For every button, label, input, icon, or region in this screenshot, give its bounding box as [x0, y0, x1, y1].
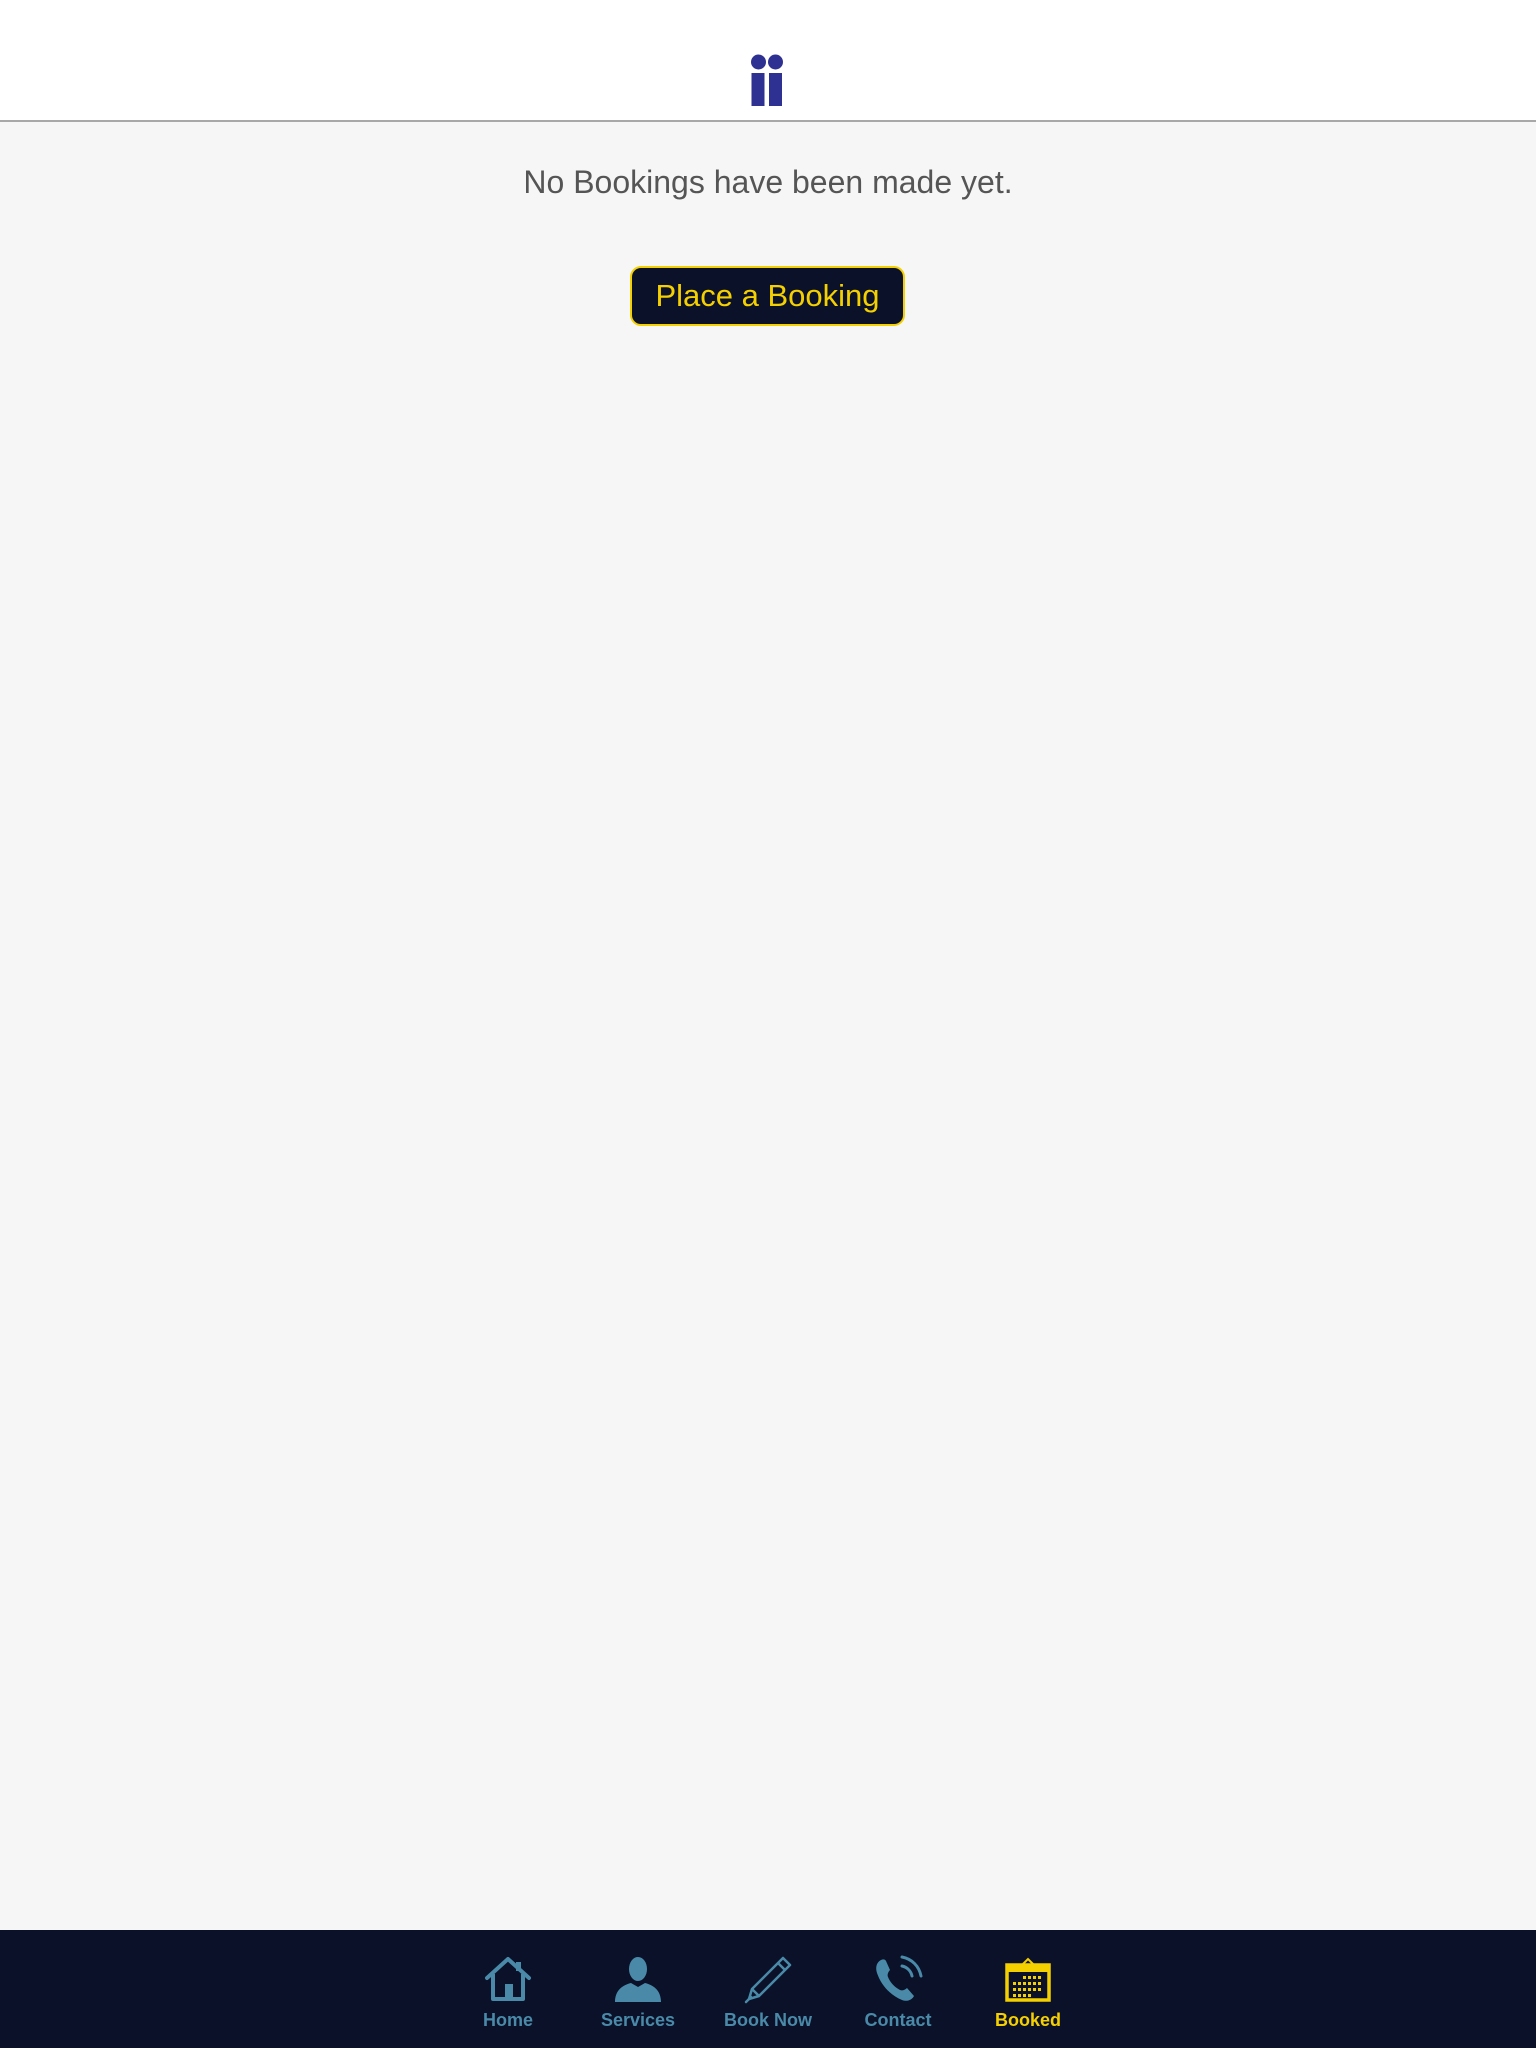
tab-label: Home — [482, 2010, 533, 2030]
tab-label: Book Now — [724, 2010, 812, 2030]
person-icon — [615, 1957, 661, 2002]
tab-label: Booked — [994, 2010, 1061, 2030]
tab-book-now[interactable]: Book Now — [703, 1930, 833, 2048]
pencil-icon — [744, 1956, 792, 2004]
phone-icon — [876, 1955, 923, 2001]
header-bar — [0, 0, 1536, 122]
tab-label: Contact — [864, 2010, 932, 2030]
app-root: No Bookings have been made yet. Place a … — [0, 0, 1536, 2048]
calendar-icon — [1005, 1957, 1051, 2002]
tab-label: Services — [600, 2010, 676, 2030]
bookings-content: No Bookings have been made yet. Place a … — [0, 122, 1536, 1930]
bottom-tab-bar: Home Services Book Now Contact Booked — [0, 1930, 1536, 2048]
empty-bookings-message: No Bookings have been made yet. — [523, 164, 1013, 200]
place-booking-button[interactable]: Place a Booking — [630, 266, 905, 326]
home-icon — [485, 1957, 531, 2001]
tab-contact[interactable]: Contact — [833, 1930, 963, 2048]
tab-home[interactable]: Home — [443, 1930, 573, 2048]
tab-services[interactable]: Services — [573, 1930, 703, 2048]
tab-booked[interactable]: Booked — [963, 1930, 1093, 2048]
two-people-logo-icon — [751, 54, 783, 106]
